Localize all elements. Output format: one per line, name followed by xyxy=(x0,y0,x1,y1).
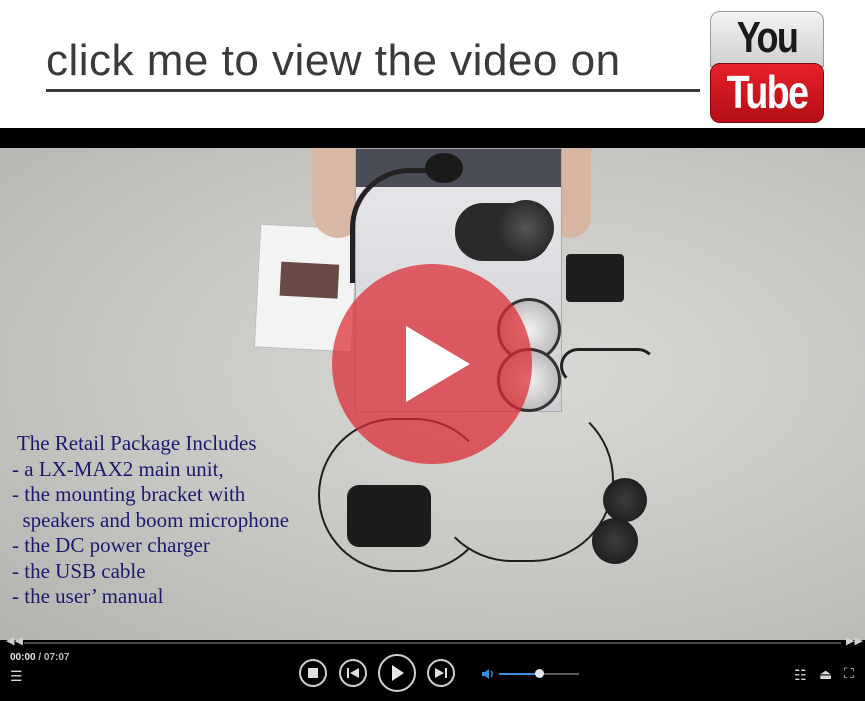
link-underline xyxy=(46,89,700,92)
header-banner[interactable]: click me to view the video on You Tube xyxy=(0,0,865,128)
volume-handle[interactable] xyxy=(534,669,544,678)
stop-button[interactable] xyxy=(299,659,327,687)
current-time: 00:00 xyxy=(10,652,36,663)
eject-icon[interactable]: ⏏ xyxy=(819,666,832,683)
caption-line: speakers and boom microphone xyxy=(12,507,290,532)
previous-button[interactable] xyxy=(339,659,367,687)
youtube-logo[interactable]: You Tube xyxy=(710,11,824,123)
mounting-bracket-image xyxy=(347,485,431,547)
play-icon xyxy=(392,665,404,681)
fullscreen-icon[interactable]: ⛶ xyxy=(844,665,854,682)
stop-icon xyxy=(308,668,318,678)
time-display: 00:00 / 07:07 xyxy=(10,652,70,663)
seek-bar-row: ◀◀ ▶▶ xyxy=(0,634,865,656)
play-button[interactable] xyxy=(378,654,416,692)
caption-line: - the DC power charger xyxy=(12,533,210,557)
view-on-youtube-link[interactable]: click me to view the video on xyxy=(46,36,621,86)
youtube-logo-tube-text: Tube xyxy=(726,66,809,118)
caption-line: - the USB cable xyxy=(12,558,146,583)
skip-next-icon xyxy=(435,668,447,678)
microphone-head-image xyxy=(425,153,463,183)
fast-forward-icon[interactable]: ▶▶ xyxy=(846,634,863,647)
volume-icon[interactable] xyxy=(481,667,495,681)
speaker-pad-image xyxy=(592,518,638,564)
video-frame[interactable]: The Retail Package Includes - a LX-MAX2 … xyxy=(0,148,865,640)
video-player: The Retail Package Includes - a LX-MAX2 … xyxy=(0,128,865,701)
time-separator: / xyxy=(35,652,44,663)
usb-cable-image xyxy=(560,348,656,384)
dc-charger-image xyxy=(566,254,624,302)
skip-previous-icon xyxy=(347,668,359,678)
big-play-button[interactable] xyxy=(332,264,532,464)
speaker-pad-image xyxy=(603,478,647,522)
caption-line: The Retail Package Includes xyxy=(12,431,257,455)
rewind-icon[interactable]: ◀◀ xyxy=(6,634,23,647)
video-caption: The Retail Package Includes - a LX-MAX2 … xyxy=(12,431,289,610)
settings-sliders-icon[interactable]: ☷ xyxy=(794,667,807,684)
next-button[interactable] xyxy=(427,659,455,687)
main-unit-dial-image xyxy=(498,200,554,256)
caption-line: - the user’ manual xyxy=(12,584,164,608)
caption-line: - the mounting bracket with xyxy=(12,482,246,506)
seek-bar[interactable] xyxy=(24,642,841,644)
youtube-logo-you-text: You xyxy=(736,13,799,62)
volume-level xyxy=(499,673,539,675)
duration: 07:07 xyxy=(43,652,70,663)
caption-line: - a LX-MAX2 main unit, xyxy=(12,456,224,481)
playlist-icon[interactable]: ☰ xyxy=(10,668,23,685)
play-icon xyxy=(406,326,470,402)
